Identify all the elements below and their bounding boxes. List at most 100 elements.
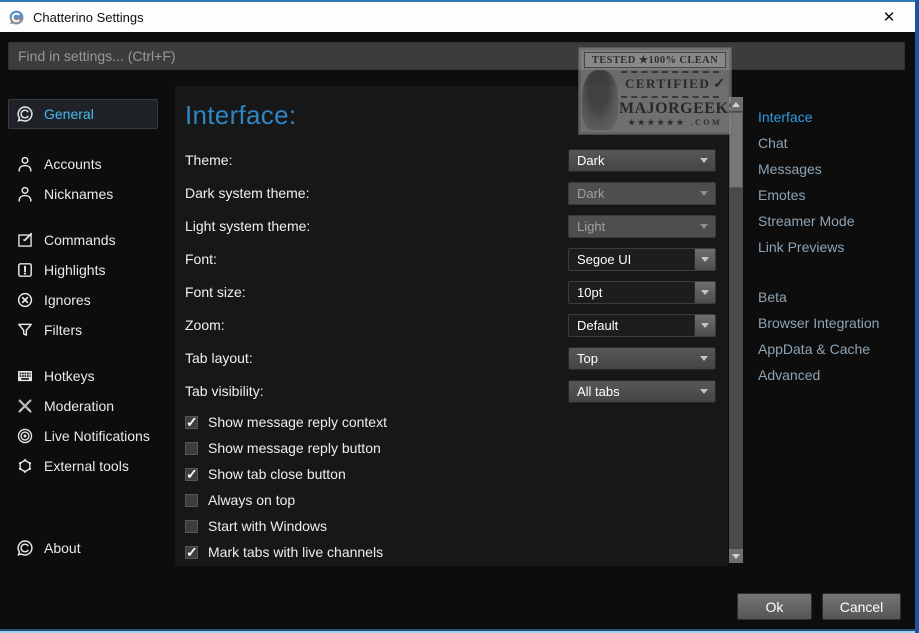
checkbox-start-with-windows[interactable]: Start with Windows (185, 516, 327, 536)
dropdown-value: Dark (569, 153, 700, 168)
cancel-button[interactable]: Cancel (822, 593, 901, 620)
checkbox-label: Show message reply context (208, 414, 387, 430)
setting-label: Dark system theme: (185, 185, 309, 201)
titlebar[interactable]: Chatterino Settings ✕ (0, 2, 915, 32)
quicknav-appdata-cache[interactable]: AppData & Cache (758, 336, 910, 362)
scrollbar-thumb[interactable] (729, 112, 743, 188)
checkbox-show-tab-close-button[interactable]: Show tab close button (185, 464, 346, 484)
quicknav-beta[interactable]: Beta (758, 284, 910, 310)
checkbox-label: Show tab close button (208, 466, 346, 482)
light-system-theme-dropdown: Light (568, 215, 716, 238)
search-input[interactable] (8, 42, 905, 70)
sidebar-item-label: General (44, 106, 94, 122)
setting-row-tab-visibility: Tab visibility: All tabs (175, 380, 728, 404)
chevron-down-icon (701, 257, 709, 262)
tab-visibility-dropdown[interactable]: All tabs (568, 380, 716, 403)
checkbox-show-message-reply-context[interactable]: Show message reply context (185, 412, 387, 432)
scroll-down-button[interactable] (729, 549, 743, 563)
setting-row-theme: Theme: Dark (175, 149, 728, 173)
dropdown-value: Light (569, 219, 700, 234)
chevron-down-icon (700, 191, 708, 196)
sidebar-item-accounts[interactable]: Accounts (8, 149, 158, 179)
combobox-value[interactable]: 10pt (569, 285, 694, 300)
keyboard-icon (16, 367, 34, 385)
exclamation-square-icon (16, 261, 34, 279)
sidebar-item-hotkeys[interactable]: Hotkeys (8, 361, 158, 391)
dropdown-button[interactable] (694, 282, 715, 303)
close-button[interactable]: ✕ (869, 2, 909, 32)
chatterino-logo-icon (16, 105, 34, 123)
triangle-down-icon (732, 554, 740, 559)
setting-row-tab-layout: Tab layout: Top (175, 347, 728, 371)
person-icon (16, 185, 34, 203)
font-size-combobox[interactable]: 10pt (568, 281, 716, 304)
quicknav-advanced[interactable]: Advanced (758, 362, 910, 388)
sidebar-item-highlights[interactable]: Highlights (8, 255, 158, 285)
sidebar-item-ignores[interactable]: Ignores (8, 285, 158, 315)
sidebar-item-label: Accounts (44, 156, 102, 172)
dropdown-value: All tabs (569, 384, 700, 399)
quicknav-streamer-mode[interactable]: Streamer Mode (758, 208, 910, 234)
checkbox-show-message-reply-button[interactable]: Show message reply button (185, 438, 381, 458)
chevron-down-icon (700, 356, 708, 361)
checkbox-always-on-top[interactable]: Always on top (185, 490, 295, 510)
setting-label: Theme: (185, 152, 232, 168)
sidebar: General Accounts Nicknames (0, 86, 175, 623)
chatterino-logo-icon (16, 539, 34, 557)
sidebar-item-moderation[interactable]: Moderation (8, 391, 158, 421)
setting-row-font-size: Font size: 10pt (175, 281, 728, 305)
zoom-combobox[interactable]: Default (568, 314, 716, 337)
checkbox-icon (185, 520, 198, 533)
chatterino-app-icon (8, 9, 25, 26)
dropdown-button[interactable] (694, 315, 715, 336)
setting-row-zoom: Zoom: Default (175, 314, 728, 338)
quicknav-messages[interactable]: Messages (758, 156, 910, 182)
triangle-up-icon (732, 102, 740, 107)
setting-label: Font: (185, 251, 217, 267)
ok-button[interactable]: Ok (737, 593, 812, 620)
settings-content: Interface: Theme: Dark Dark system theme… (175, 86, 728, 566)
sidebar-item-external-tools[interactable]: External tools (8, 451, 158, 481)
quicknav-link-previews[interactable]: Link Previews (758, 234, 910, 260)
chevron-down-icon (700, 158, 708, 163)
quicknav-chat[interactable]: Chat (758, 130, 910, 156)
sidebar-item-label: Hotkeys (44, 368, 95, 384)
setting-label: Zoom: (185, 317, 225, 333)
sidebar-item-about[interactable]: About (8, 533, 158, 563)
dropdown-value: Dark (569, 186, 700, 201)
checkbox-icon (185, 494, 198, 507)
dropdown-button[interactable] (694, 249, 715, 270)
sidebar-item-label: About (44, 540, 81, 556)
sidebar-item-label: Commands (44, 232, 116, 248)
combobox-value[interactable]: Default (569, 318, 694, 333)
chevron-down-icon (700, 224, 708, 229)
sidebar-item-filters[interactable]: Filters (8, 315, 158, 345)
theme-dropdown[interactable]: Dark (568, 149, 716, 172)
checkbox-label: Always on top (208, 492, 295, 508)
sidebar-item-label: Highlights (44, 262, 105, 278)
sidebar-item-label: Nicknames (44, 186, 113, 202)
checkbox-icon (185, 416, 198, 429)
checkbox-label: Show message reply button (208, 440, 381, 456)
sidebar-item-general[interactable]: General (8, 99, 158, 129)
checkbox-icon (185, 468, 198, 481)
font-combobox[interactable]: Segoe UI (568, 248, 716, 271)
checkbox-label: Start with Windows (208, 518, 327, 534)
sidebar-item-live-notifications[interactable]: Live Notifications (8, 421, 158, 451)
chevron-down-icon (701, 290, 709, 295)
tab-layout-dropdown[interactable]: Top (568, 347, 716, 370)
scroll-up-button[interactable] (729, 97, 743, 111)
setting-row-dark-system-theme: Dark system theme: Dark (175, 182, 728, 206)
quicknav-interface[interactable]: Interface (758, 104, 910, 130)
sidebar-item-nicknames[interactable]: Nicknames (8, 179, 158, 209)
dropdown-value: Top (569, 351, 700, 366)
settings-window: Chatterino Settings ✕ General Accounts (0, 0, 919, 633)
page-title: Interface: (185, 100, 296, 131)
checkbox-label: Mark tabs with live channels (208, 544, 383, 560)
combobox-value[interactable]: Segoe UI (569, 252, 694, 267)
checkbox-mark-tabs-with-live-channels[interactable]: Mark tabs with live channels (185, 542, 383, 562)
quicknav-emotes[interactable]: Emotes (758, 182, 910, 208)
quicknav-browser-integration[interactable]: Browser Integration (758, 310, 910, 336)
quick-nav: Interface Chat Messages Emotes Streamer … (758, 86, 910, 388)
sidebar-item-commands[interactable]: Commands (8, 225, 158, 255)
